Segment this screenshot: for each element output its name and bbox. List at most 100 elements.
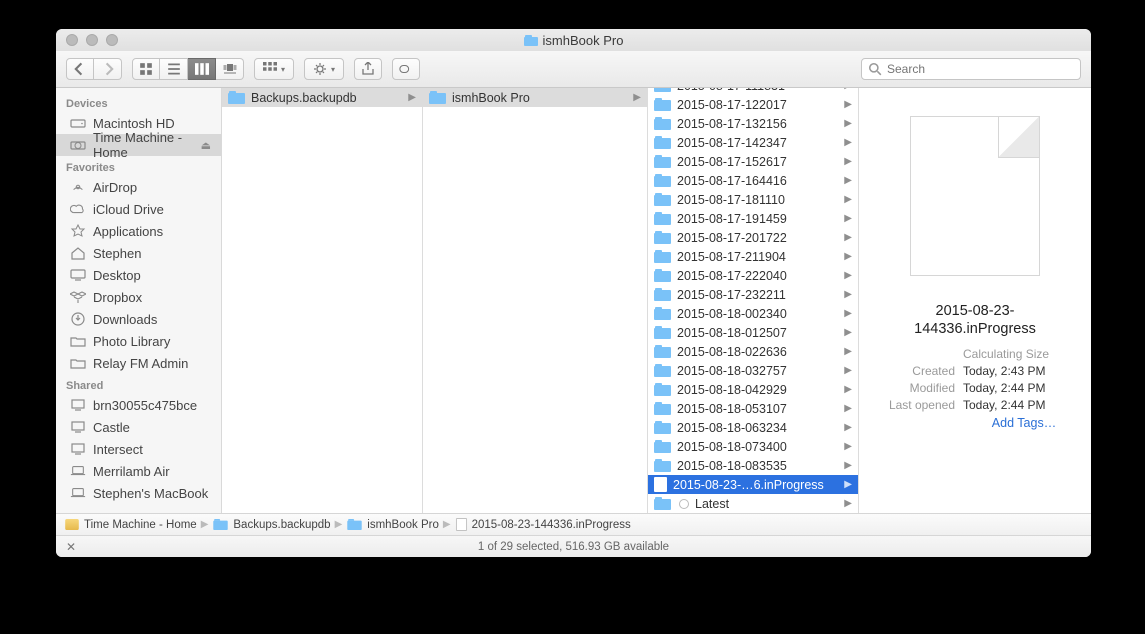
sidebar-item[interactable]: Photo Library bbox=[56, 330, 221, 352]
list-item[interactable]: 2015-08-17-132156▶ bbox=[648, 114, 858, 133]
back-button[interactable] bbox=[66, 58, 94, 80]
preview-pane: 2015-08-23-144336.inProgress Calculating… bbox=[859, 88, 1091, 513]
list-item[interactable]: 2015-08-17-181110▶ bbox=[648, 190, 858, 209]
list-item[interactable]: 2015-08-17-152617▶ bbox=[648, 152, 858, 171]
sidebar-item[interactable]: iCloud Drive bbox=[56, 198, 221, 220]
modified-value: Today, 2:44 PM bbox=[963, 380, 1046, 397]
folder-icon bbox=[654, 497, 671, 510]
file-icon bbox=[654, 477, 667, 492]
preview-filename: 2015-08-23-144336.inProgress bbox=[873, 302, 1077, 338]
list-item[interactable]: ismhBook Pro ▶ bbox=[423, 88, 647, 107]
sidebar-item-label: Applications bbox=[93, 224, 163, 239]
item-label: 2015-08-17-132156 bbox=[677, 117, 787, 131]
path-segment[interactable]: Backups.backupdb bbox=[212, 518, 330, 531]
add-tags-link[interactable]: Add Tags… bbox=[992, 416, 1056, 430]
sidebar-item-label: AirDrop bbox=[93, 180, 137, 195]
icon-view-button[interactable] bbox=[132, 58, 160, 80]
sidebar-item[interactable]: Dropbox bbox=[56, 286, 221, 308]
zoom-button[interactable] bbox=[106, 34, 118, 46]
list-item[interactable]: 2015-08-17-191459▶ bbox=[648, 209, 858, 228]
search-field[interactable] bbox=[861, 58, 1081, 80]
action-button[interactable]: ▾ bbox=[304, 58, 344, 80]
folder-icon bbox=[654, 117, 671, 130]
list-item[interactable]: Backups.backupdb▶ bbox=[222, 88, 422, 107]
item-label: 2015-08-18-083535 bbox=[677, 459, 787, 473]
folder-icon bbox=[654, 440, 671, 453]
sidebar-item-label: Stephen bbox=[93, 246, 141, 261]
chevron-right-icon: ▶ bbox=[844, 460, 852, 471]
sidebar-item[interactable]: Stephen's MacBook bbox=[56, 482, 221, 504]
column-3[interactable]: 2015-08-17-111831▶2015-08-17-122017▶2015… bbox=[648, 88, 859, 513]
sidebar-header: Devices bbox=[56, 92, 221, 112]
list-item[interactable]: 2015-08-18-083535 ▶ bbox=[648, 456, 858, 475]
list-item[interactable]: 2015-08-17-111831▶ bbox=[648, 88, 858, 95]
preview-size: Calculating Size bbox=[963, 346, 1049, 363]
item-label: 2015-08-17-201722 bbox=[677, 231, 787, 245]
item-label: Backups.backupdb bbox=[251, 91, 357, 105]
sidebar-item[interactable]: Applications bbox=[56, 220, 221, 242]
grid-icon bbox=[139, 62, 153, 76]
list-item[interactable]: 2015-08-18-022636▶ bbox=[648, 342, 858, 361]
chevron-down-icon: ▾ bbox=[281, 65, 285, 74]
list-item[interactable]: 2015-08-23-…6.inProgress▶ bbox=[648, 475, 858, 494]
folder-icon bbox=[654, 193, 671, 206]
list-item[interactable]: 2015-08-18-012507 ▶ bbox=[648, 323, 858, 342]
list-item[interactable]: 2015-08-17-201722▶ bbox=[648, 228, 858, 247]
search-icon bbox=[868, 62, 882, 76]
item-label: ismhBook Pro bbox=[452, 91, 530, 105]
item-label: 2015-08-17-222040 bbox=[677, 269, 787, 283]
path-segment[interactable]: Time Machine - Home bbox=[64, 518, 197, 531]
list-item[interactable]: 2015-08-17-222040▶ bbox=[648, 266, 858, 285]
chevron-right-icon: ▶ bbox=[844, 327, 852, 338]
forward-button[interactable] bbox=[94, 58, 122, 80]
sidebar-item[interactable]: Downloads bbox=[56, 308, 221, 330]
path-segment[interactable]: ismhBook Pro bbox=[346, 518, 439, 531]
column-2[interactable]: ismhBook Pro ▶ bbox=[423, 88, 648, 513]
sidebar-item-label: Relay FM Admin bbox=[93, 356, 188, 371]
list-item[interactable]: 2015-08-18-073400▶ bbox=[648, 437, 858, 456]
minimize-button[interactable] bbox=[86, 34, 98, 46]
share-button[interactable] bbox=[354, 58, 382, 80]
chevron-right-icon: ▶ bbox=[844, 175, 852, 186]
sidebar-item[interactable]: Desktop bbox=[56, 264, 221, 286]
item-label: 2015-08-18-012507 bbox=[677, 326, 787, 340]
sidebar-item[interactable]: Relay FM Admin bbox=[56, 352, 221, 374]
list-item[interactable]: 2015-08-17-122017▶ bbox=[648, 95, 858, 114]
list-item[interactable]: 2015-08-17-142347▶ bbox=[648, 133, 858, 152]
chevron-right-icon: ▶ bbox=[633, 92, 641, 103]
sidebar-item[interactable]: brn30055c475bce bbox=[56, 394, 221, 416]
list-item[interactable]: 2015-08-18-032757▶ bbox=[648, 361, 858, 380]
list-view-button[interactable] bbox=[160, 58, 188, 80]
tags-button[interactable] bbox=[392, 58, 420, 80]
grid-small-icon bbox=[263, 62, 277, 76]
coverflow-view-button[interactable] bbox=[216, 58, 244, 80]
search-input[interactable] bbox=[887, 62, 1074, 76]
drive-icon bbox=[65, 519, 79, 530]
list-item[interactable]: 2015-08-18-002340▶ bbox=[648, 304, 858, 323]
sidebar-item[interactable]: AirDrop bbox=[56, 176, 221, 198]
sidebar-item[interactable]: Intersect bbox=[56, 438, 221, 460]
list-item[interactable]: 2015-08-18-063234▶ bbox=[648, 418, 858, 437]
sidebar-item[interactable]: Castle bbox=[56, 416, 221, 438]
sidebar[interactable]: DevicesMacintosh HDTime Machine - Home⏏F… bbox=[56, 88, 222, 513]
eject-icon[interactable]: ⏏ bbox=[201, 139, 211, 152]
path-segment[interactable]: 2015-08-23-144336.inProgress bbox=[455, 517, 631, 532]
chevron-right-icon: ▶ bbox=[844, 441, 852, 452]
folder-icon bbox=[654, 212, 671, 225]
list-item[interactable]: 2015-08-18-053107▶ bbox=[648, 399, 858, 418]
downloads-icon bbox=[70, 312, 86, 326]
sidebar-item[interactable]: Time Machine - Home⏏ bbox=[56, 134, 221, 156]
column-view-button[interactable] bbox=[188, 58, 216, 80]
list-item[interactable]: 2015-08-17-211904▶ bbox=[648, 247, 858, 266]
sidebar-item[interactable]: Merrilamb Air bbox=[56, 460, 221, 482]
list-item[interactable]: 2015-08-18-042929▶ bbox=[648, 380, 858, 399]
arrange-button[interactable]: ▾ bbox=[254, 58, 294, 80]
titlebar[interactable]: ismhBook Pro bbox=[56, 29, 1091, 51]
close-button[interactable] bbox=[66, 34, 78, 46]
sidebar-item[interactable]: Stephen bbox=[56, 242, 221, 264]
list-item[interactable]: 2015-08-17-164416▶ bbox=[648, 171, 858, 190]
list-item[interactable]: Latest▶ bbox=[648, 494, 858, 513]
column-1[interactable]: Backups.backupdb▶ bbox=[222, 88, 423, 513]
list-item[interactable]: 2015-08-17-232211▶ bbox=[648, 285, 858, 304]
stop-button[interactable]: ✕ bbox=[66, 540, 76, 554]
